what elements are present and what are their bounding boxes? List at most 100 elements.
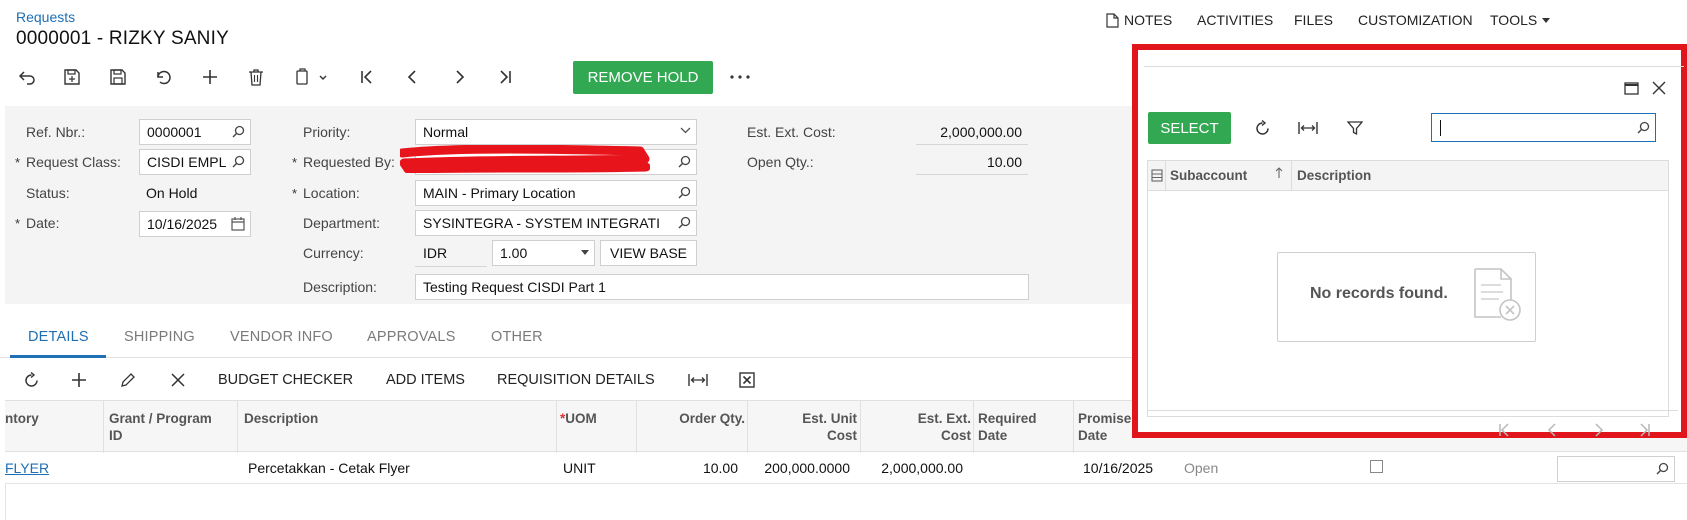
tab-other[interactable]: OTHER (491, 329, 543, 345)
row-description[interactable]: Percetakkan - Cetak Flyer (248, 460, 410, 476)
row-lookup-field[interactable] (1557, 456, 1675, 482)
add-row-icon[interactable] (67, 368, 91, 392)
maximize-icon[interactable] (1621, 78, 1641, 98)
row-order-qty[interactable]: 10.00 (642, 460, 738, 476)
search-icon[interactable] (678, 155, 691, 168)
undo-icon[interactable] (12, 62, 42, 92)
delete-icon[interactable] (241, 62, 271, 92)
tab-details[interactable]: DETAILS (28, 329, 89, 345)
description-label: Description: (303, 279, 377, 295)
activities-button[interactable]: ACTIVITIES (1197, 12, 1273, 28)
ref-nbr-label: Ref. Nbr.: (26, 124, 86, 140)
fit-columns-icon[interactable] (686, 368, 710, 392)
tab-active-indicator (10, 355, 106, 358)
row-ext-cost[interactable]: 2,000,000.00 (860, 460, 963, 476)
row-inventory-link[interactable]: FLYER (5, 460, 49, 476)
col-grant[interactable]: Grant / Program ID (109, 410, 212, 444)
priority-label: Priority: (303, 124, 351, 140)
more-icon[interactable] (725, 62, 755, 92)
last-page-icon[interactable] (1635, 421, 1655, 439)
location-value: MAIN - Primary Location (423, 185, 576, 201)
description-field[interactable]: Testing Request CISDI Part 1 (415, 274, 1029, 300)
next-page-icon[interactable] (1589, 421, 1609, 439)
tab-shipping[interactable]: SHIPPING (124, 329, 195, 345)
filter-icon[interactable] (1343, 116, 1367, 140)
close-icon[interactable] (1649, 78, 1669, 98)
last-icon[interactable] (490, 62, 520, 92)
tab-vendor-info[interactable]: VENDOR INFO (230, 329, 333, 345)
refresh-icon[interactable] (1250, 116, 1274, 140)
add-items-button[interactable]: ADD ITEMS (386, 368, 465, 392)
date-label-text: Date: (26, 215, 60, 231)
col-unit-cost-line2: Cost (827, 428, 857, 443)
edit-icon[interactable] (116, 368, 140, 392)
col-unit-cost[interactable]: Est. Unit Cost (751, 410, 857, 444)
tools-button[interactable]: TOOLS (1490, 12, 1551, 28)
first-page-icon[interactable] (1494, 421, 1514, 439)
customization-button[interactable]: CUSTOMIZATION (1358, 12, 1473, 28)
excel-export-icon[interactable] (735, 368, 759, 392)
row-uom[interactable]: UNIT (563, 460, 596, 476)
caret-down-icon (1542, 17, 1551, 23)
search-icon[interactable] (1656, 462, 1669, 475)
next-icon[interactable] (444, 62, 474, 92)
search-icon[interactable] (678, 186, 691, 199)
calendar-icon[interactable] (231, 217, 245, 231)
previous-icon[interactable] (398, 62, 428, 92)
notes-button[interactable]: NOTES (1106, 12, 1172, 28)
department-field[interactable]: SYSINTEGRA - SYSTEM INTEGRATI (415, 210, 697, 236)
copy-paste-icon[interactable] (287, 62, 335, 92)
request-class-label: * Request Class: (15, 154, 121, 170)
col-order-qty[interactable]: Order Qty. (641, 410, 745, 427)
text-cursor (1440, 119, 1441, 136)
search-icon[interactable] (678, 216, 691, 229)
save-close-icon[interactable] (57, 62, 87, 92)
files-button[interactable]: FILES (1294, 12, 1333, 28)
col-promised-date[interactable]: Promise Date (1078, 410, 1131, 444)
row-checkbox[interactable] (1370, 460, 1383, 473)
open-qty-label: Open Qty.: (747, 154, 814, 170)
hdr-sep (1165, 161, 1166, 190)
add-icon[interactable] (195, 62, 225, 92)
breadcrumb-requests[interactable]: Requests (16, 9, 75, 25)
requisition-details-button[interactable]: REQUISITION DETAILS (497, 368, 655, 392)
search-icon[interactable] (1637, 121, 1650, 134)
row-promised-date[interactable]: 10/16/2025 (1083, 460, 1153, 476)
ref-nbr-field[interactable]: 0000001 (139, 119, 251, 145)
col-required-date[interactable]: Required Date (978, 410, 1037, 444)
note-icon (1106, 12, 1119, 28)
search-icon[interactable] (232, 125, 245, 138)
ref-nbr-value: 0000001 (147, 124, 202, 140)
select-button[interactable]: SELECT (1148, 112, 1231, 144)
col-uom[interactable]: *UOM (560, 410, 597, 427)
priority-select[interactable]: Normal (415, 119, 697, 145)
previous-page-icon[interactable] (1542, 421, 1562, 439)
view-base-button[interactable]: VIEW BASE (600, 240, 697, 266)
col-inventory[interactable]: ntory (5, 410, 39, 427)
col-description[interactable]: Description (244, 410, 318, 427)
cancel-icon[interactable] (149, 62, 179, 92)
delete-row-icon[interactable] (166, 368, 190, 392)
search-icon[interactable] (232, 155, 245, 168)
col-description[interactable]: Description (1297, 168, 1371, 183)
tab-approvals[interactable]: APPROVALS (367, 329, 456, 345)
lookup-search-input[interactable] (1431, 113, 1656, 142)
budget-checker-button[interactable]: BUDGET CHECKER (218, 368, 353, 392)
fit-columns-icon[interactable] (1296, 116, 1320, 140)
col-promised-date-line2: Date (1078, 428, 1108, 443)
request-class-field[interactable]: CISDI EMPL (139, 149, 251, 175)
col-required-date-line1: Required (978, 411, 1037, 426)
save-icon[interactable] (103, 62, 133, 92)
col-ext-cost[interactable]: Est. Ext. Cost (865, 410, 971, 444)
date-field[interactable]: 10/16/2025 (139, 211, 251, 237)
currency-label: Currency: (303, 245, 364, 261)
remove-hold-button[interactable]: REMOVE HOLD (573, 61, 713, 94)
location-field[interactable]: MAIN - Primary Location (415, 180, 697, 206)
currency-underline (415, 266, 487, 267)
refresh-icon[interactable] (19, 368, 43, 392)
currency-rate-select[interactable]: 1.00 (492, 240, 595, 266)
first-icon[interactable] (352, 62, 382, 92)
column-config-icon[interactable] (1150, 167, 1164, 183)
row-unit-cost[interactable]: 200,000.0000 (745, 460, 850, 476)
col-subaccount[interactable]: Subaccount (1170, 168, 1247, 183)
